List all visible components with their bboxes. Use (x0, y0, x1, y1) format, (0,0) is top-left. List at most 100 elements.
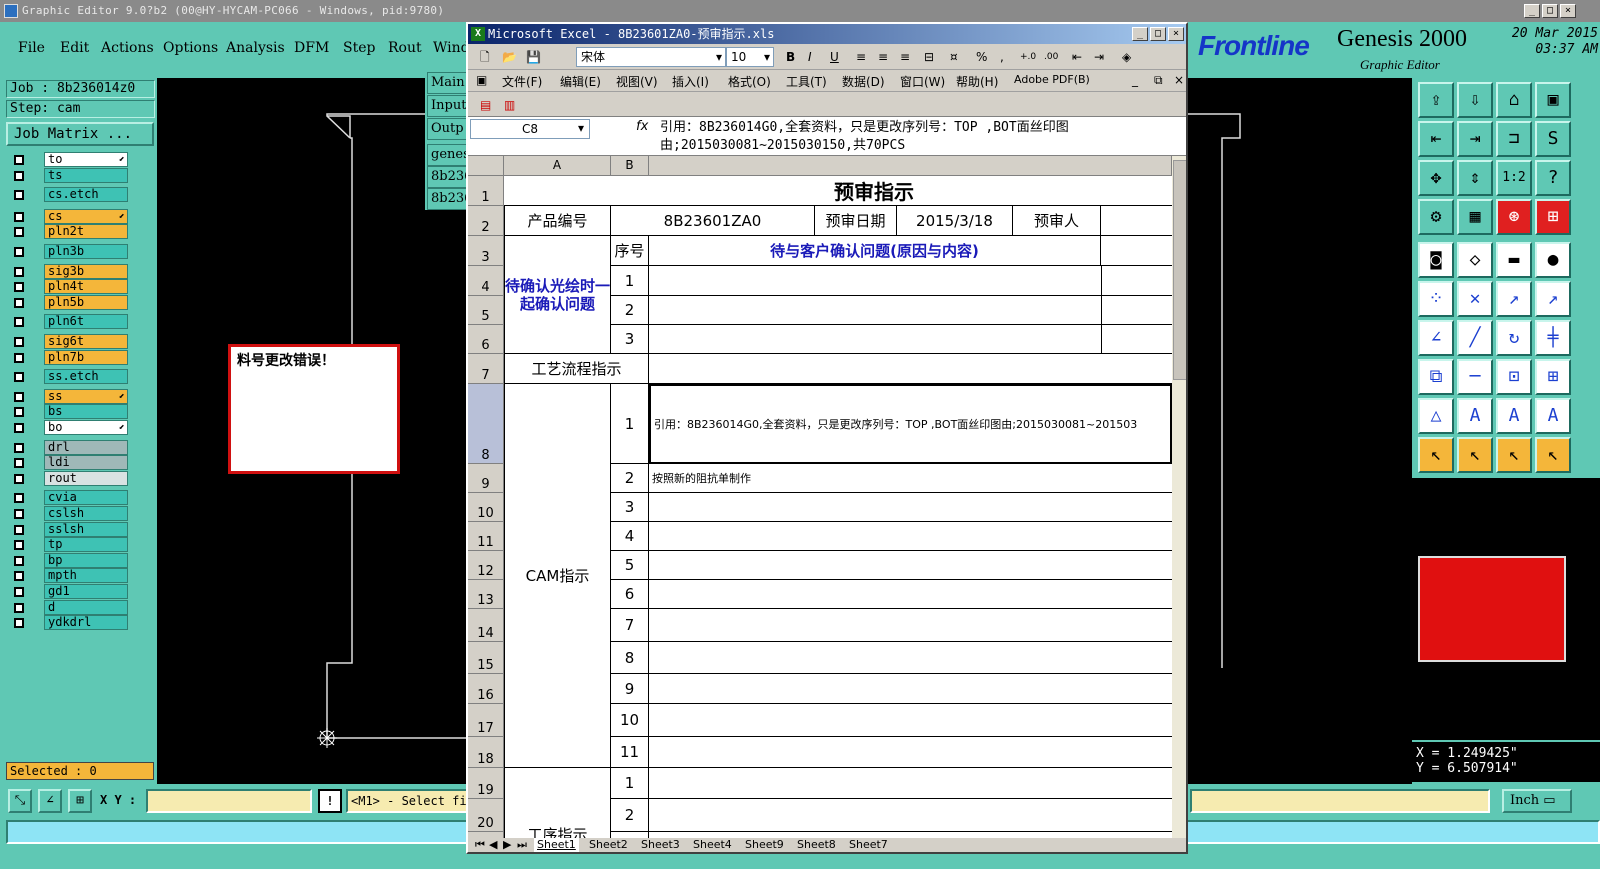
layer-row[interactable]: tp (10, 537, 134, 553)
pending-extra[interactable] (1101, 325, 1172, 354)
seq-cell[interactable]: 8 (611, 642, 649, 674)
indent-icon[interactable]: ⇥ (1094, 48, 1104, 66)
layer-name[interactable]: pln2t (44, 224, 128, 240)
sheet-tab[interactable]: Sheet7 (846, 838, 891, 852)
doc-minimize-icon[interactable]: _ (1132, 73, 1138, 87)
layer-checkbox[interactable] (14, 618, 24, 629)
layer-name[interactable]: sig6t (44, 334, 128, 349)
vector-icon[interactable]: ↗ (1496, 281, 1532, 317)
seq-cell[interactable]: 5 (611, 551, 649, 580)
pad-icon[interactable]: ◙ (1418, 242, 1454, 278)
excel-close-button[interactable]: × (1168, 27, 1184, 41)
row-header[interactable]: 13 (468, 580, 504, 609)
fill-color-icon[interactable]: ◈ (1122, 48, 1131, 66)
select3-icon[interactable]: ↖ (1496, 437, 1532, 473)
menu-window[interactable]: Wind (433, 40, 470, 56)
layer-checkbox[interactable] (14, 524, 24, 535)
product-no-value[interactable]: 8B23601ZA0 (611, 206, 815, 236)
cam-cell[interactable] (649, 493, 1172, 522)
line-icon[interactable]: ▬ (1496, 242, 1532, 278)
layer-name[interactable]: gd1 (44, 584, 128, 599)
italic-icon[interactable]: I (808, 48, 812, 66)
vector2-icon[interactable]: ↗ (1535, 281, 1571, 317)
corner-header[interactable] (468, 156, 504, 176)
layer-name[interactable]: pln3b (44, 244, 128, 259)
pending-extra[interactable] (1101, 296, 1172, 325)
layer-row[interactable]: sig3b (10, 263, 134, 280)
rotate-icon[interactable]: ↻ (1496, 320, 1532, 356)
seq-cell[interactable]: 2 (611, 464, 649, 493)
layer-row[interactable]: cs ⬋ (10, 208, 134, 225)
seq-label[interactable]: 序号 (611, 236, 649, 266)
menu-file[interactable]: File (18, 40, 45, 56)
proc-cell[interactable] (649, 799, 1172, 832)
layer-row[interactable]: gd1 (10, 584, 134, 600)
row-header[interactable]: 15 (468, 642, 504, 674)
layer-checkbox[interactable] (14, 282, 24, 293)
select-icon[interactable]: ↖ (1418, 437, 1454, 473)
row-header[interactable]: 9 (468, 464, 504, 493)
layer-row[interactable]: cvia (10, 490, 134, 506)
layer-name[interactable]: cvia (44, 490, 128, 506)
vertical-scrollbar[interactable] (1172, 156, 1186, 838)
xl-menu-edit[interactable]: 编辑(E) (560, 73, 601, 90)
layer-row[interactable]: to ⬋ (10, 152, 134, 168)
name-box[interactable]: C8 (470, 119, 590, 139)
row-header[interactable]: 5 (468, 296, 504, 325)
bold-icon[interactable]: B (786, 48, 795, 66)
layer-name[interactable]: pln5b (44, 294, 128, 310)
layer-name[interactable]: ydkdrl (44, 615, 128, 631)
shape-icon[interactable]: ◇ (1457, 242, 1493, 278)
pending-cell[interactable] (649, 266, 1172, 296)
cam-cell[interactable] (649, 674, 1172, 704)
layer-checkbox[interactable] (14, 372, 24, 383)
units-button[interactable]: Inch ▭ (1502, 789, 1572, 813)
sheet-tab[interactable]: Sheet1 (534, 838, 579, 852)
layer-row[interactable]: drl (10, 439, 134, 456)
seq-cell[interactable]: 2 (611, 296, 649, 325)
font-select[interactable]: 宋体 ▾ (576, 47, 726, 67)
seq-cell[interactable]: 6 (611, 580, 649, 609)
pan-right-icon[interactable]: ⇥ (1457, 121, 1493, 157)
layer-name[interactable]: pln6t (44, 314, 128, 330)
dot-icon[interactable]: ● (1535, 242, 1571, 278)
layer-row[interactable]: ydkdrl (10, 615, 134, 631)
row-header[interactable]: 6 (468, 325, 504, 354)
save-icon[interactable]: 💾 (526, 48, 541, 66)
underline-icon[interactable]: U (830, 48, 839, 66)
triangle-icon[interactable]: △ (1418, 398, 1454, 434)
layer-row[interactable]: bo ⬋ (10, 420, 134, 436)
new-icon[interactable]: 🗋 (480, 48, 490, 66)
genes-item[interactable]: genes (427, 144, 469, 166)
layer-name[interactable]: drl (44, 439, 128, 455)
layer-checkbox[interactable] (14, 247, 24, 257)
array-icon[interactable]: ⊞ (1535, 359, 1571, 395)
layer-row[interactable]: ss ⬋ (10, 388, 134, 405)
minus-icon[interactable]: ─ (1457, 359, 1493, 395)
col-header-b[interactable]: B (611, 156, 649, 176)
layer-checkbox[interactable] (14, 317, 24, 328)
seq-cell[interactable]: 10 (611, 704, 649, 737)
next-sheet-icon[interactable]: ▶ (500, 838, 514, 852)
row-header[interactable]: 10 (468, 493, 504, 522)
col-header-a[interactable]: A (504, 156, 611, 176)
seq-cell[interactable]: 1 (611, 384, 649, 464)
layer-checkbox[interactable] (14, 190, 24, 201)
layer-row[interactable]: sig6t (10, 334, 134, 350)
board-preview[interactable] (1418, 556, 1566, 662)
zoom-home-icon[interactable]: ⇪ (1418, 82, 1454, 118)
reviewer-value[interactable] (1101, 206, 1172, 236)
cross-icon[interactable]: ✕ (1457, 281, 1493, 317)
pdf-icon[interactable]: ▤ (480, 96, 491, 114)
minimize-button[interactable]: _ (1524, 4, 1540, 18)
home-icon[interactable]: ⌂ (1496, 82, 1532, 118)
layer-row[interactable]: ss.etch (10, 369, 134, 385)
open-icon[interactable]: 📂 (502, 48, 517, 66)
menu-analysis[interactable]: Analysis (226, 40, 285, 56)
frame-icon[interactable]: ⊡ (1496, 359, 1532, 395)
snap-icon[interactable]: ⊛ (1496, 199, 1532, 235)
seq-cell[interactable]: 1 (611, 266, 649, 296)
layer-row[interactable]: pln3b (10, 244, 134, 260)
cam-cell[interactable]: 按照新的阻抗单制作 (649, 464, 1172, 493)
confirm-header[interactable]: 待与客户确认问题(原因与内容) (649, 236, 1101, 266)
